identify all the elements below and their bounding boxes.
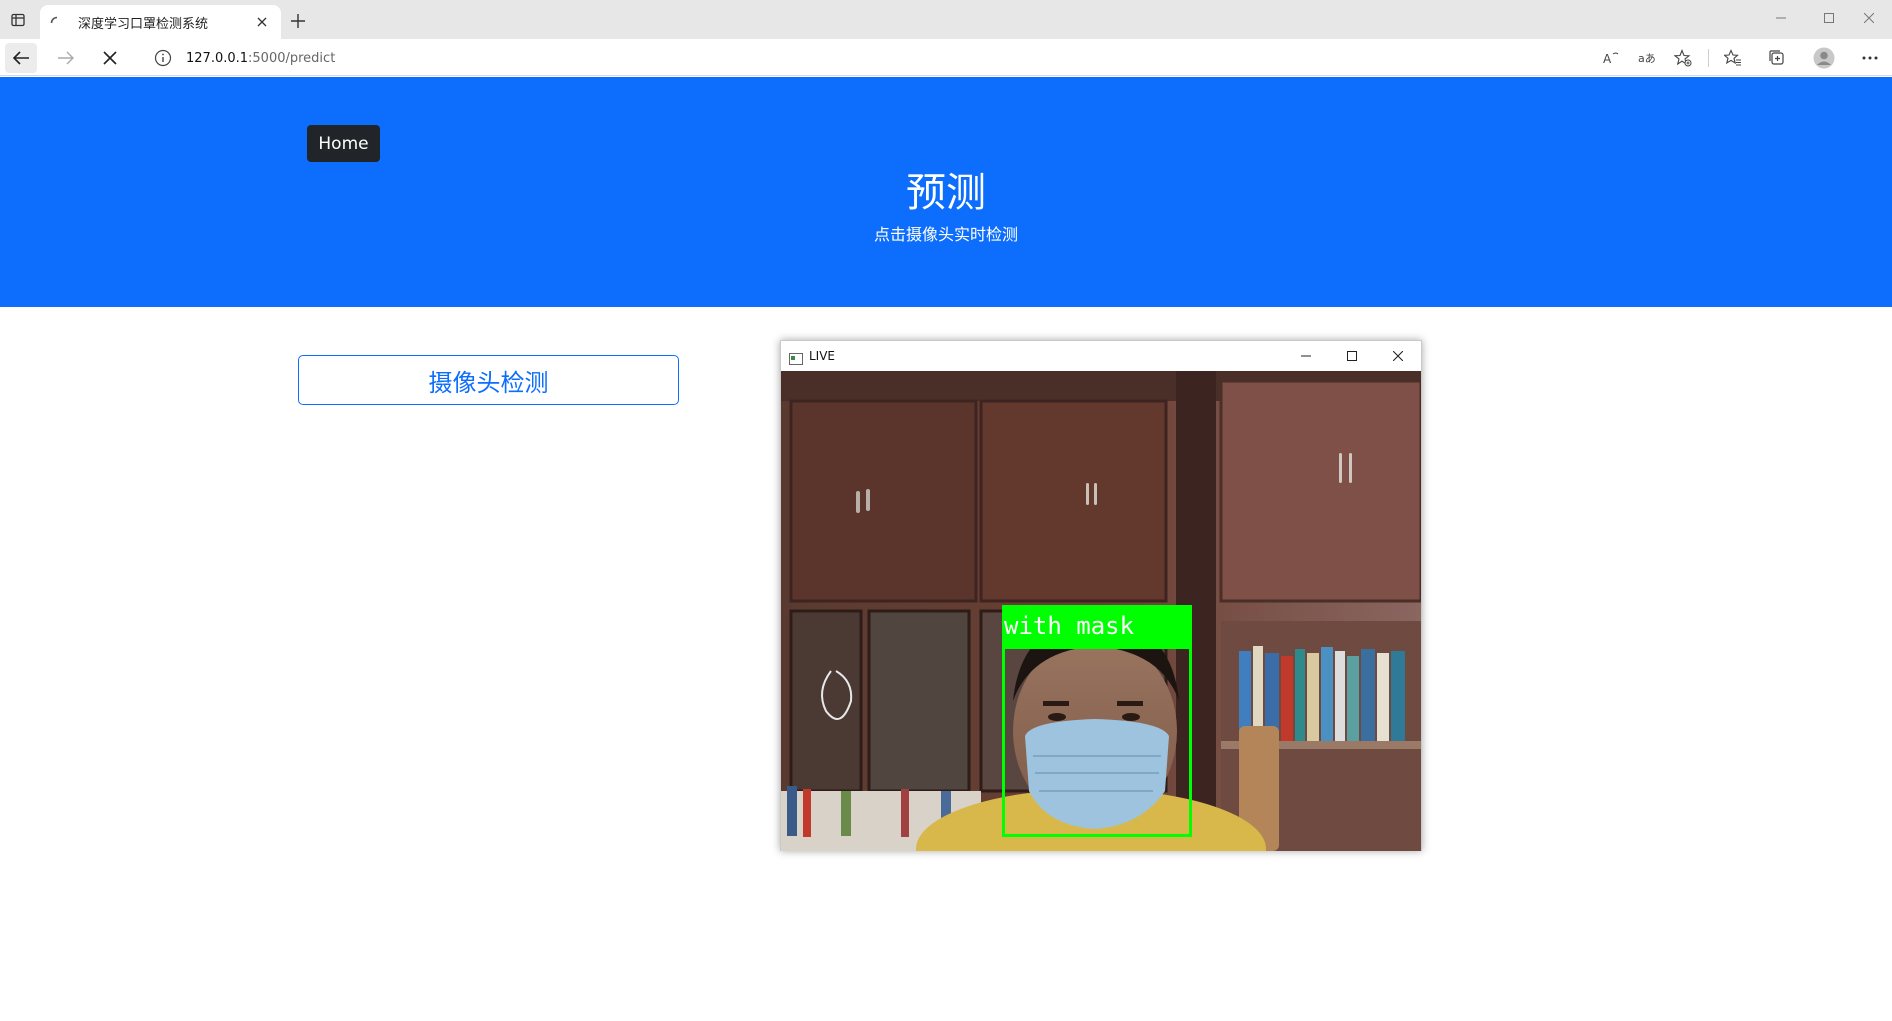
- close-tab-icon[interactable]: [253, 13, 271, 31]
- minimize-window-icon[interactable]: [1758, 0, 1804, 36]
- live-minimize-icon[interactable]: [1283, 341, 1329, 371]
- camera-detect-button[interactable]: 摄像头检测: [298, 355, 679, 405]
- address-bar[interactable]: 127.0.0.1:5000/predict: [140, 43, 1698, 73]
- app-window-icon: [789, 350, 803, 365]
- url-path: :5000/predict: [248, 50, 336, 66]
- page-title: 预测: [906, 170, 986, 216]
- url-text: 127.0.0.1:5000/predict: [186, 51, 335, 66]
- detection-label: with mask: [1002, 605, 1192, 648]
- close-window-icon[interactable]: [1846, 0, 1892, 36]
- camera-feed: with mask: [781, 371, 1421, 851]
- browser-tabstrip: 深度学习口罩检测系统: [0, 0, 1892, 39]
- page-subtitle: 点击摄像头实时检测: [873, 225, 1018, 244]
- svg-text:aあ: aあ: [1638, 52, 1656, 65]
- site-info-icon[interactable]: [154, 49, 172, 67]
- back-icon[interactable]: [5, 43, 37, 73]
- home-button[interactable]: Home: [307, 125, 380, 162]
- collections-icon[interactable]: [1765, 46, 1789, 70]
- translate-icon[interactable]: aあ: [1635, 46, 1659, 70]
- tab-title: 深度学习口罩检测系统: [78, 16, 209, 32]
- url-host: 127.0.0.1: [186, 50, 249, 66]
- svg-text:A: A: [1603, 52, 1612, 66]
- profile-avatar-icon[interactable]: [1812, 46, 1836, 70]
- read-aloud-icon[interactable]: A: [1599, 46, 1623, 70]
- live-close-icon[interactable]: [1375, 341, 1421, 371]
- forward-icon[interactable]: [50, 43, 82, 73]
- more-options-icon[interactable]: [1858, 46, 1882, 70]
- tab-actions-icon[interactable]: [6, 9, 30, 31]
- browser-toolbar: 127.0.0.1:5000/predict A aあ: [0, 39, 1892, 76]
- browser-tab[interactable]: 深度学习口罩检测系统: [40, 5, 281, 39]
- stop-loading-icon[interactable]: [94, 43, 126, 73]
- live-window[interactable]: LIVE with mask: [780, 340, 1422, 851]
- new-tab-icon[interactable]: [286, 9, 310, 33]
- live-maximize-icon[interactable]: [1329, 341, 1375, 371]
- favorites-icon[interactable]: [1721, 46, 1745, 70]
- loading-spinner-icon: [50, 15, 64, 29]
- live-window-title: LIVE: [809, 349, 836, 363]
- detection-box: [1002, 646, 1192, 837]
- add-favorite-icon[interactable]: [1671, 46, 1695, 70]
- toolbar-divider: [1708, 49, 1709, 67]
